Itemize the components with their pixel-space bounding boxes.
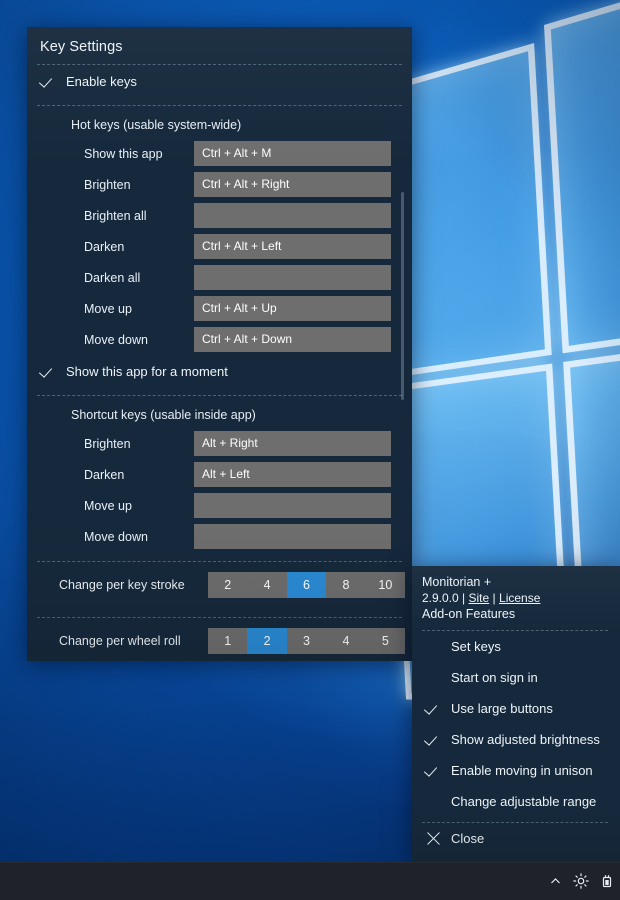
- shortcut-label: Darken: [84, 467, 125, 482]
- enable-keys-label: Enable keys: [66, 74, 137, 89]
- hotkey-input-darken[interactable]: [194, 234, 391, 259]
- hotkey-label: Brighten all: [84, 208, 147, 223]
- menu-item-enable-moving-in-unison[interactable]: Enable moving in unison: [412, 755, 620, 786]
- menu-item-close[interactable]: Close: [412, 823, 620, 854]
- hotkey-row-darken-all: Darken all: [27, 262, 412, 293]
- brightness-icon[interactable]: [568, 862, 594, 900]
- battery-plug-icon[interactable]: [594, 862, 620, 900]
- hotkey-row-darken: Darken: [27, 231, 412, 262]
- hotkey-label: Move down: [84, 332, 148, 347]
- hotkey-label: Darken all: [84, 270, 141, 285]
- check-icon: [426, 701, 441, 716]
- monitorian-menu-panel: Monitorian + 2.9.0.0 | Site | License Ad…: [412, 566, 620, 862]
- hotkey-label: Show this app: [84, 146, 163, 161]
- license-link[interactable]: License: [499, 591, 540, 605]
- wheel-roll-option[interactable]: 1: [208, 628, 247, 654]
- menu-item-change-adjustable-range[interactable]: Change adjustable range: [412, 786, 620, 817]
- menu-item-label: Use large buttons: [451, 701, 553, 716]
- change-per-key-stroke-group: 2 4 6 8 10: [208, 572, 405, 598]
- menu-item-label: Enable moving in unison: [451, 763, 593, 778]
- menu-item-show-adjusted-brightness[interactable]: Show adjusted brightness: [412, 724, 620, 755]
- key-stroke-option[interactable]: 4: [247, 572, 286, 598]
- show-app-for-moment-label: Show this app for a moment: [66, 364, 228, 379]
- chevron-up-icon[interactable]: [542, 862, 568, 900]
- version-separator: |: [462, 591, 466, 605]
- shortcut-row-move-down: Move down: [27, 521, 412, 552]
- logo-pane-top-right: [543, 0, 620, 354]
- addon-features-label: Add-on Features: [422, 607, 516, 621]
- key-stroke-option-selected[interactable]: 6: [286, 572, 327, 598]
- key-stroke-option[interactable]: 8: [326, 572, 365, 598]
- hotkey-label: Darken: [84, 239, 125, 254]
- show-app-for-moment-toggle[interactable]: Show this app for a moment: [27, 355, 412, 388]
- menu-item-label: Close: [451, 831, 485, 846]
- hotkey-row-move-up: Move up: [27, 293, 412, 324]
- shortcut-input-move-up[interactable]: [194, 493, 391, 518]
- hotkey-label: Move up: [84, 301, 132, 316]
- shortcut-row-brighten: Brighten: [27, 428, 412, 459]
- site-link[interactable]: Site: [469, 591, 490, 605]
- hotkey-input-darken-all[interactable]: [194, 265, 391, 290]
- hotkey-input-brighten-all[interactable]: [194, 203, 391, 228]
- shortcut-label: Brighten: [84, 436, 131, 451]
- hotkey-input-show-this-app[interactable]: [194, 141, 391, 166]
- hotkey-input-move-up[interactable]: [194, 296, 391, 321]
- shortcut-row-move-up: Move up: [27, 490, 412, 521]
- version-separator: |: [492, 591, 496, 605]
- version-number: 2.9.0.0: [422, 591, 459, 605]
- shortcut-keys-section-label: Shortcut keys (usable inside app): [71, 408, 256, 422]
- wheel-roll-option[interactable]: 4: [326, 628, 365, 654]
- hotkey-row-brighten-all: Brighten all: [27, 200, 412, 231]
- desktop-screen: Key Settings Enable keys Hot keys (usabl…: [0, 0, 620, 900]
- hotkey-label: Brighten: [84, 177, 131, 192]
- scrollbar-thumb[interactable]: [401, 192, 404, 400]
- key-stroke-option[interactable]: 10: [366, 572, 405, 598]
- change-per-wheel-roll-row: Change per wheel roll 1 2 3 4 5: [27, 618, 412, 664]
- app-version-row: 2.9.0.0 | Site | License: [412, 591, 620, 607]
- key-stroke-option[interactable]: 2: [208, 572, 247, 598]
- hot-keys-section-label: Hot keys (usable system-wide): [71, 118, 242, 132]
- menu-item-use-large-buttons[interactable]: Use large buttons: [412, 693, 620, 724]
- hotkey-input-brighten[interactable]: [194, 172, 391, 197]
- hotkey-input-move-down[interactable]: [194, 327, 391, 352]
- menu-item-set-keys[interactable]: Set keys: [412, 631, 620, 662]
- hotkey-row-show-this-app: Show this app: [27, 138, 412, 169]
- menu-item-label: Change adjustable range: [451, 794, 597, 809]
- menu-item-label: Show adjusted brightness: [451, 732, 600, 747]
- hotkey-row-move-down: Move down: [27, 324, 412, 355]
- menu-item-label: Set keys: [451, 639, 501, 654]
- key-settings-panel: Key Settings Enable keys Hot keys (usabl…: [27, 27, 412, 661]
- check-icon: [41, 364, 56, 379]
- wheel-roll-option-selected[interactable]: 2: [247, 628, 287, 654]
- enable-keys-toggle[interactable]: Enable keys: [27, 65, 412, 98]
- wheel-roll-option[interactable]: 5: [366, 628, 405, 654]
- page-title: Key Settings: [40, 39, 123, 55]
- check-icon: [426, 763, 441, 778]
- change-per-wheel-roll-label: Change per wheel roll: [59, 634, 181, 648]
- menu-item-start-on-sign-in[interactable]: Start on sign in: [412, 662, 620, 693]
- shortcut-label: Move up: [84, 498, 132, 513]
- shortcut-input-darken[interactable]: [194, 462, 391, 487]
- change-per-key-stroke-row: Change per key stroke 2 4 6 8 10: [27, 562, 412, 608]
- shortcut-input-move-down[interactable]: [194, 524, 391, 549]
- change-per-wheel-roll-group: 1 2 3 4 5: [208, 628, 405, 654]
- taskbar: [0, 862, 620, 900]
- shortcut-input-brighten[interactable]: [194, 431, 391, 456]
- menu-item-label: Start on sign in: [451, 670, 538, 685]
- check-icon: [426, 732, 441, 747]
- wheel-roll-option[interactable]: 3: [287, 628, 326, 654]
- close-icon: [426, 831, 441, 846]
- shortcut-row-darken: Darken: [27, 459, 412, 490]
- change-per-key-stroke-label: Change per key stroke: [59, 578, 185, 592]
- app-name: Monitorian +: [422, 575, 492, 589]
- hotkey-row-brighten: Brighten: [27, 169, 412, 200]
- shortcut-label: Move down: [84, 529, 148, 544]
- check-icon: [41, 74, 56, 89]
